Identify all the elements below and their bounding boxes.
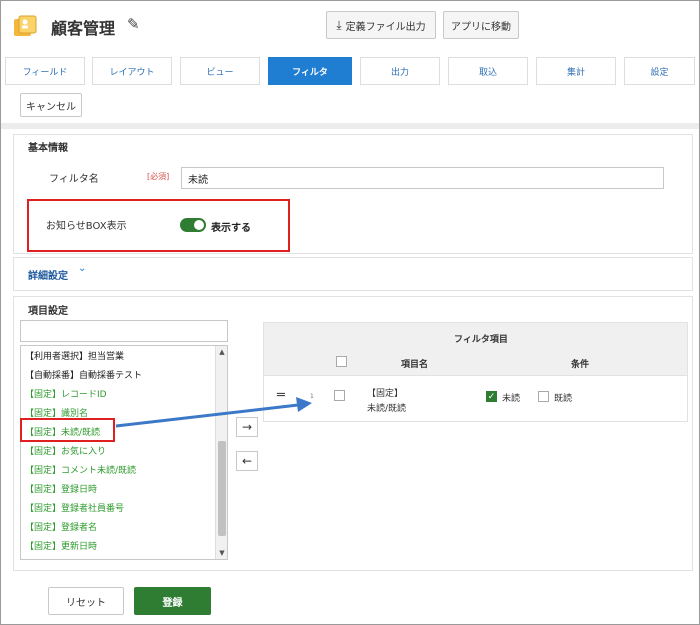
export-definition-button[interactable]: ⤓ 定義ファイル出力 (326, 11, 436, 39)
list-item[interactable]: 【固定】更新日時 (25, 539, 97, 552)
column-header-name: 項目名 (401, 360, 429, 370)
scroll-thumb[interactable] (218, 441, 226, 536)
tab-aggregate[interactable]: 集計 (536, 57, 616, 85)
list-item[interactable]: 【固定】登録者社員番号 (25, 501, 124, 514)
list-item[interactable]: 【固定】登録者名 (25, 520, 97, 533)
unread-label: 未読 (502, 394, 521, 404)
detail-settings-section (13, 257, 693, 291)
list-item[interactable]: 【固定】レコードID (25, 387, 107, 400)
app-title: 顧客管理 (51, 19, 116, 38)
table-row: ═ 1 【固定】 未読/既読 ✓ 未読 既読 (263, 376, 688, 422)
pencil-icon[interactable]: ✎ (127, 15, 140, 33)
toggle-knob (194, 220, 204, 230)
move-to-app-button[interactable]: アプリに移動 (443, 11, 519, 39)
cancel-button[interactable]: キャンセル (20, 93, 82, 117)
filter-name-label: フィルタ名 (49, 174, 99, 185)
drag-handle-icon[interactable]: ═ (277, 388, 285, 403)
list-scrollbar[interactable]: ▲ ▼ (215, 346, 227, 559)
row-number: 1 (310, 393, 314, 400)
download-icon: ⤓ (336, 17, 342, 32)
list-item[interactable]: 【固定】お気に入り (25, 444, 106, 457)
tab-bar: フィールド レイアウト ビュー フィルタ 出力 取込 集計 設定 (5, 57, 695, 85)
tab-field[interactable]: フィールド (5, 57, 85, 85)
row-checkbox[interactable] (334, 390, 345, 401)
list-item[interactable]: 【自動採番】自動採番テスト (25, 368, 142, 381)
toggle-label: 表示する (211, 223, 251, 234)
add-item-button[interactable]: → (236, 417, 258, 437)
item-settings-title: 項目設定 (28, 306, 68, 317)
divider (1, 123, 699, 129)
notice-box-label: お知らせBOX表示 (46, 221, 127, 232)
row-name: 未読/既読 (367, 404, 407, 414)
notice-box-toggle[interactable] (180, 218, 206, 232)
reset-button[interactable]: リセット (48, 587, 124, 615)
tab-view[interactable]: ビュー (180, 57, 260, 85)
detail-settings-title[interactable]: 詳細設定 (28, 267, 68, 282)
basic-info-title: 基本情報 (28, 143, 68, 154)
list-item[interactable]: 【固定】登録日時 (25, 482, 97, 495)
item-search-input[interactable] (20, 320, 228, 342)
filter-table-header: フィルタ項目 項目名 条件 (263, 322, 688, 376)
export-definition-label: 定義ファイル出力 (345, 21, 426, 33)
read-label: 既読 (554, 394, 573, 404)
tab-settings[interactable]: 設定 (624, 57, 695, 85)
remove-item-button[interactable]: ← (236, 451, 258, 471)
list-item[interactable]: 【利用者選択】担当営業 (25, 349, 124, 362)
filter-name-input[interactable]: 未読 (181, 167, 664, 189)
scroll-down-icon[interactable]: ▼ (216, 547, 227, 559)
app-icon (14, 15, 37, 36)
column-header-condition: 条件 (571, 360, 590, 370)
select-all-checkbox[interactable] (336, 356, 347, 367)
register-button[interactable]: 登録 (134, 587, 211, 615)
header: 顧客管理 ✎ ⤓ 定義ファイル出力 アプリに移動 (1, 1, 699, 51)
unread-checkbox[interactable]: ✓ (486, 391, 497, 402)
tab-layout[interactable]: レイアウト (92, 57, 172, 85)
tab-filter[interactable]: フィルタ (268, 57, 352, 85)
read-checkbox[interactable] (538, 391, 549, 402)
required-badge: [必須] (147, 172, 170, 181)
filter-table-title: フィルタ項目 (454, 335, 508, 345)
selection-highlight-box (20, 418, 115, 442)
field-list[interactable]: 【利用者選択】担当営業 【自動採番】自動採番テスト 【固定】レコードID 【固定… (20, 345, 228, 560)
scroll-up-icon[interactable]: ▲ (216, 346, 227, 358)
tab-output[interactable]: 出力 (360, 57, 440, 85)
list-item[interactable]: 【固定】コメント未読/既読 (25, 463, 136, 476)
chevron-down-icon[interactable]: ⌄ (78, 263, 86, 274)
row-name-prefix: 【固定】 (367, 389, 404, 399)
tab-import[interactable]: 取込 (448, 57, 528, 85)
